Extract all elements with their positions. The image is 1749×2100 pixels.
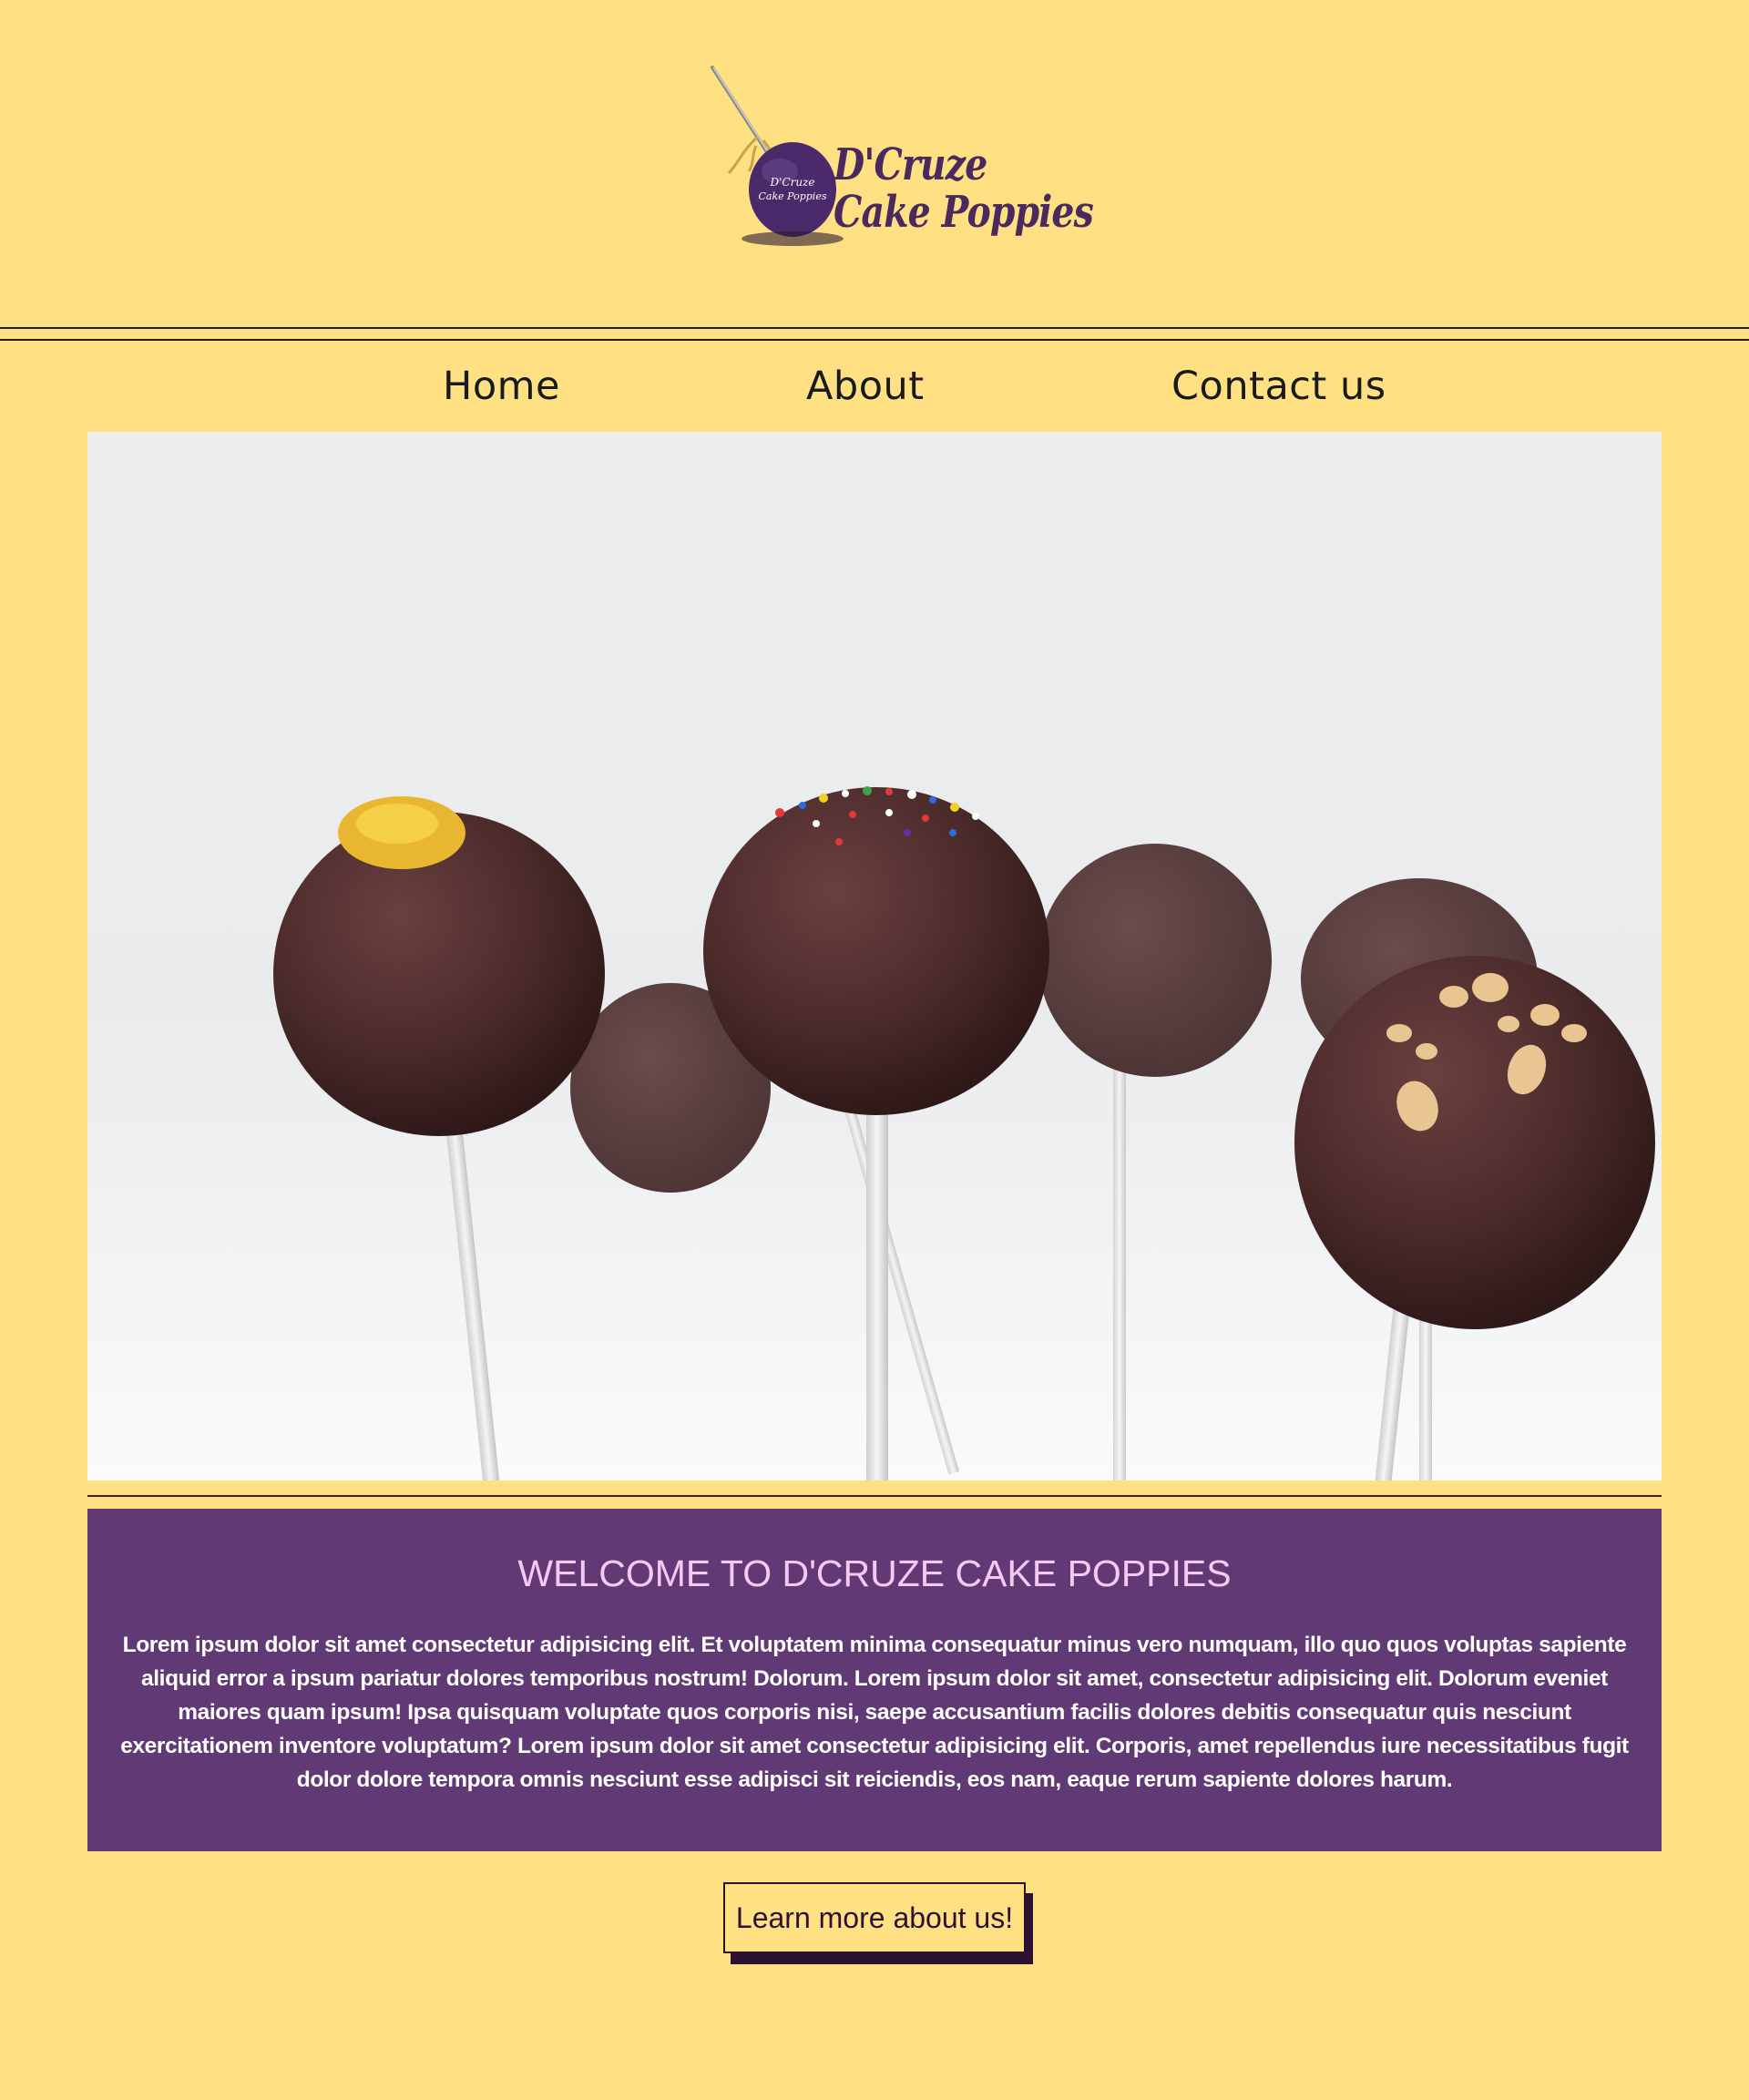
learn-more-button[interactable]: Learn more about us! <box>723 1882 1026 1953</box>
nav-contact-link[interactable]: Contact us <box>1171 364 1386 409</box>
brand-name-line2: Cake Poppies <box>834 187 1094 238</box>
welcome-title: WELCOME TO D'CRUZE CAKE POPPIES <box>517 1552 1232 1594</box>
hero-divider <box>87 1495 1662 1497</box>
brand-logo[interactable]: D'Cruze Cake Poppies D'Cruze Cake Poppie… <box>701 64 1094 264</box>
header-divider-top <box>0 327 1749 329</box>
header-divider-bottom <box>0 339 1749 341</box>
nav-home-link[interactable]: Home <box>443 364 560 409</box>
logo-badge-line1: D'Cruze <box>770 176 815 189</box>
main-nav: Home About Contact us <box>0 342 1749 433</box>
cta-container: Learn more about us! <box>723 1882 1033 1964</box>
hero-image <box>87 432 1662 1480</box>
brand-name-line1: D'Cruze <box>834 139 987 190</box>
logo-badge-line2: Cake Poppies <box>759 190 827 202</box>
welcome-section: WELCOME TO D'CRUZE CAKE POPPIES Lorem ip… <box>87 1509 1662 1851</box>
welcome-body: Lorem ipsum dolor sit amet consectetur a… <box>120 1633 1629 1792</box>
brand-wordmark: D'Cruze Cake Poppies <box>834 139 1094 238</box>
cake-pops-photo-icon <box>273 786 1655 1480</box>
nav-about-link[interactable]: About <box>806 364 925 409</box>
site-header: D'Cruze Cake Poppies D'Cruze Cake Poppie… <box>0 0 1749 341</box>
